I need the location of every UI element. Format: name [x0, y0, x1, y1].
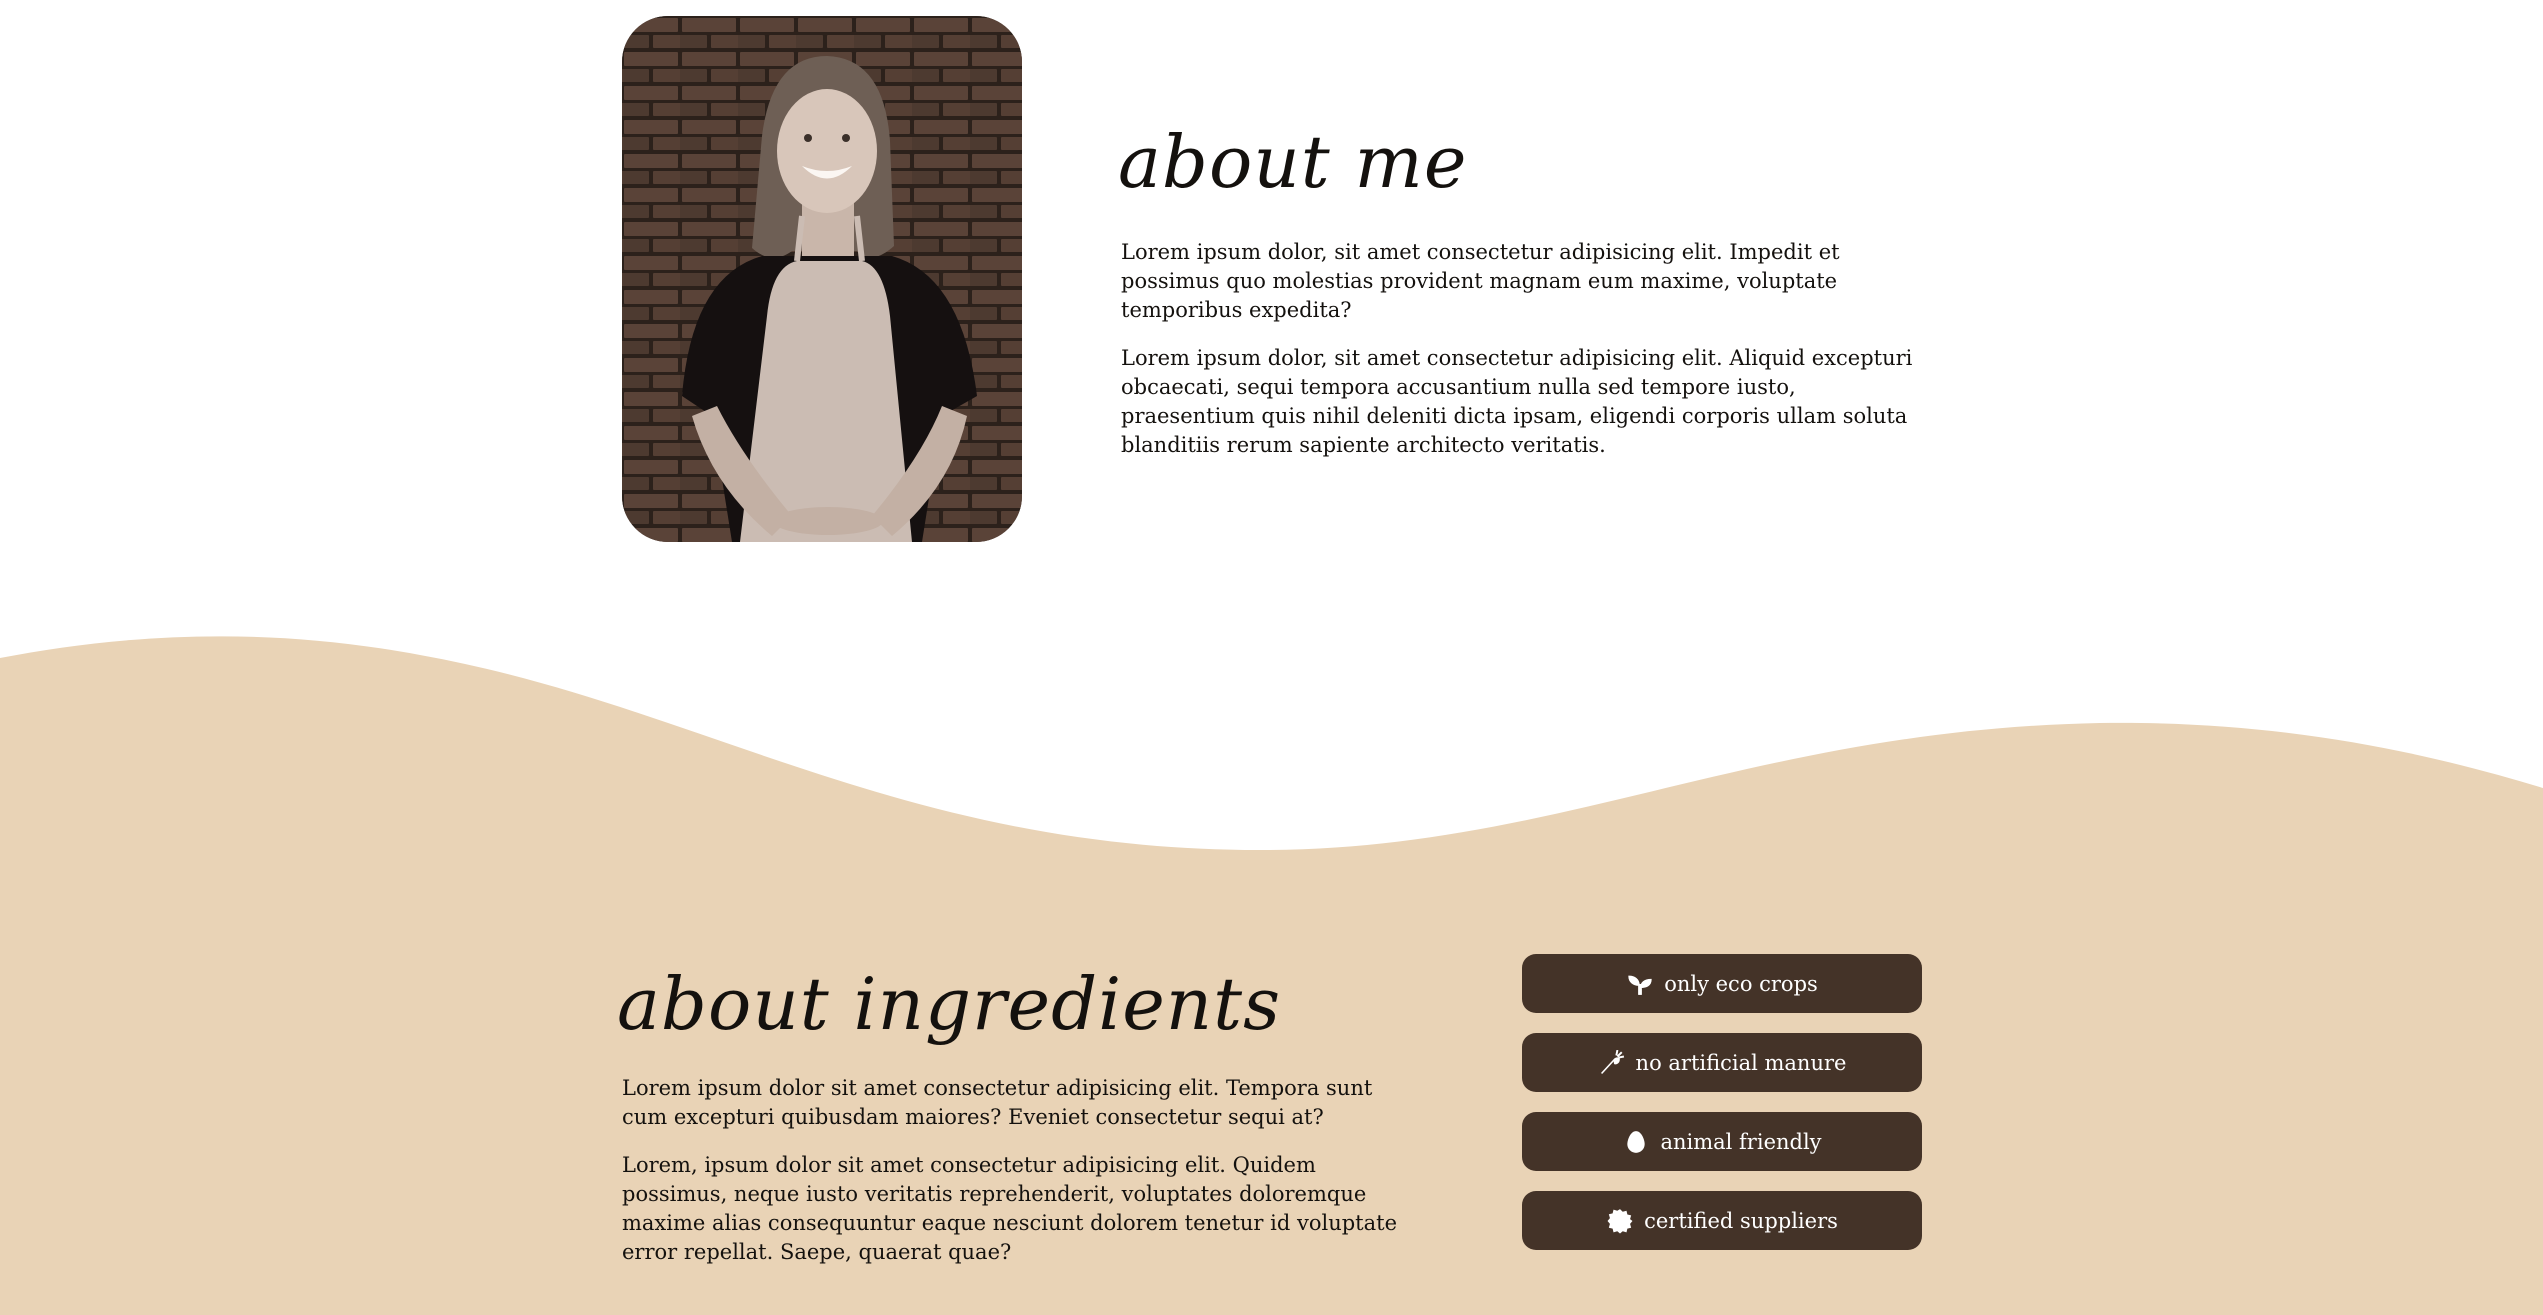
- carrot-icon: [1598, 1049, 1626, 1077]
- about-ingredients-paragraph-2: Lorem, ipsum dolor sit amet consectetur …: [622, 1153, 1398, 1264]
- about-ingredients-heading: about ingredients: [617, 962, 1282, 1046]
- about-ingredients-paragraph-1: Lorem ipsum dolor sit amet consectetur a…: [622, 1076, 1373, 1129]
- feature-button-eco-crops[interactable]: only eco crops: [1522, 954, 1922, 1013]
- about-ingredients-text: Lorem ipsum dolor sit amet consectetur a…: [622, 1074, 1422, 1286]
- about-me-paragraph-2: Lorem ipsum dolor, sit amet consectetur …: [1121, 346, 1913, 457]
- about-me-text: Lorem ipsum dolor, sit amet consectetur …: [1121, 238, 1931, 479]
- certificate-icon: [1606, 1207, 1634, 1235]
- portrait-photo: [622, 16, 1022, 542]
- about-me-heading: about me: [1118, 120, 1468, 204]
- seedling-icon: [1626, 970, 1654, 998]
- feature-label-no-manure: no artificial manure: [1635, 1050, 1847, 1075]
- feature-label-certified-suppliers: certified suppliers: [1644, 1208, 1838, 1233]
- about-me-paragraph-1: Lorem ipsum dolor, sit amet consectetur …: [1121, 240, 1840, 322]
- feature-button-animal-friendly[interactable]: animal friendly: [1522, 1112, 1922, 1171]
- egg-icon: [1622, 1128, 1650, 1156]
- feature-label-animal-friendly: animal friendly: [1660, 1129, 1822, 1154]
- portrait-image: [622, 16, 1022, 542]
- page: about me Lorem ipsum dolor, sit amet con…: [0, 0, 2543, 1315]
- feature-list: only eco crops no artificial manure anim…: [1522, 954, 1922, 1270]
- feature-button-no-manure[interactable]: no artificial manure: [1522, 1033, 1922, 1092]
- feature-label-eco-crops: only eco crops: [1664, 971, 1818, 996]
- feature-button-certified-suppliers[interactable]: certified suppliers: [1522, 1191, 1922, 1250]
